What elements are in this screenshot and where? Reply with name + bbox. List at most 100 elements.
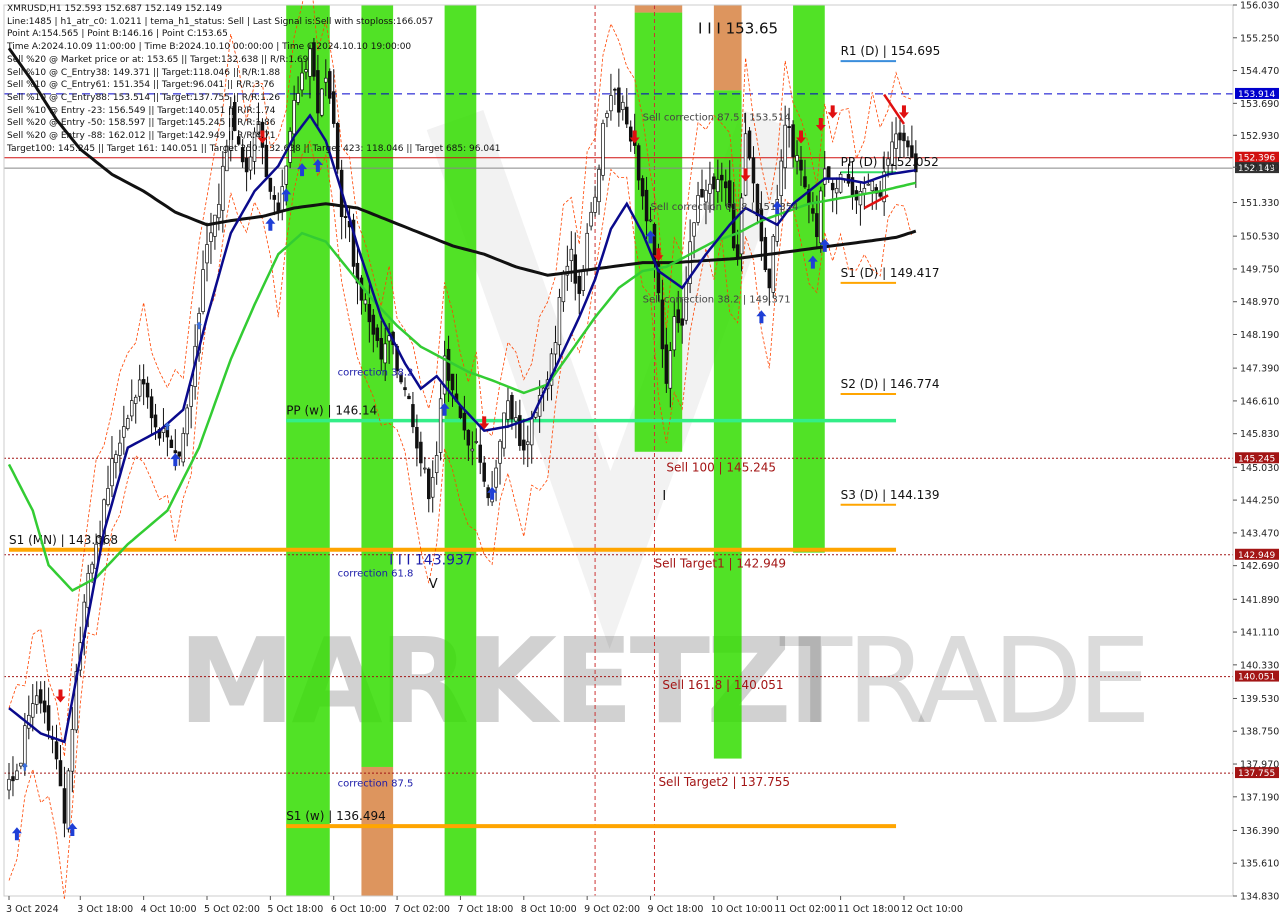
candle-body (553, 342, 558, 355)
candle-body (118, 442, 122, 456)
candle-body (7, 778, 11, 791)
candle-body (292, 100, 296, 135)
candle-body (70, 729, 75, 772)
chart-annotation: correction 87.5 (338, 779, 414, 790)
candle-body (343, 216, 348, 219)
candle-body (328, 71, 332, 99)
candle-body (577, 275, 581, 294)
candle-body (15, 770, 19, 780)
candle-body (834, 187, 839, 194)
x-tick-label: 3 Oct 18:00 (77, 904, 133, 915)
y-tick-label: 153.690 (1240, 99, 1279, 110)
candle-body (767, 268, 772, 289)
candle-body (720, 174, 724, 181)
candle-body (169, 439, 174, 449)
y-tick-label: 148.190 (1240, 330, 1279, 341)
y-tick-label: 145.830 (1240, 429, 1279, 440)
candle-body (783, 124, 787, 168)
candle-body (363, 299, 368, 305)
candle-body (621, 101, 625, 111)
candle-body (700, 188, 704, 198)
candle-body (886, 158, 890, 166)
y-tick-label: 149.750 (1240, 264, 1279, 275)
candle-body (383, 343, 387, 364)
candle-body (494, 467, 498, 488)
chart-window: MARKETZI TRADE R1 (D) | 154.695 PP (D) | 1… (0, 0, 1280, 920)
candle-body (229, 107, 233, 151)
candle-body (898, 132, 902, 141)
y-tick-label: 134.830 (1240, 892, 1279, 903)
chart-annotation: I I I 143.937 (389, 552, 473, 568)
chart-annotation: Sell 161.8 | 140.051 (662, 678, 783, 692)
candle-body (704, 189, 708, 203)
candle-body (787, 126, 791, 129)
chart-annotation: correction 38.2 (338, 367, 414, 378)
candle-body (185, 407, 189, 435)
x-tick-label: 9 Oct 02:00 (584, 904, 640, 915)
buy-arrow-icon (756, 310, 767, 324)
candle-body (826, 166, 831, 179)
level-label: PP (w) | 146.14 (286, 404, 377, 418)
buy-arrow-icon (265, 217, 276, 231)
candle-body (522, 439, 526, 451)
x-tick-label: 11 Oct 18:00 (838, 904, 900, 915)
y-tick-label: 136.390 (1240, 826, 1279, 837)
y-tick-label: 137.970 (1240, 760, 1279, 771)
y-tick-label: 141.110 (1240, 628, 1279, 639)
candle-body (672, 316, 677, 351)
y-tick-label: 144.250 (1240, 496, 1279, 507)
candle-body (462, 412, 467, 431)
candle-body (803, 176, 807, 188)
orange-zone (634, 5, 683, 13)
chart-annotation: Sell correction 87.5 | 153.514 (643, 113, 791, 124)
candle-body (795, 155, 799, 162)
candle-body (502, 412, 506, 449)
candle-body (779, 160, 783, 196)
price-badge-label: 142.949 (1238, 551, 1275, 561)
candle-body (819, 190, 823, 244)
candle-body (213, 214, 217, 237)
chart-annotation: Sell correction 38.2 | 149.371 (643, 295, 791, 306)
candle-body (375, 327, 380, 341)
orange-zone (713, 5, 742, 91)
candle-body (240, 147, 245, 163)
x-tick-label: 4 Oct 10:00 (141, 904, 197, 915)
candle-body (209, 232, 213, 242)
candle-body (890, 141, 894, 165)
candle-body (415, 426, 419, 449)
candle-body (423, 467, 427, 470)
price-badge-label: 137.755 (1238, 769, 1275, 779)
candle-body (264, 144, 269, 178)
level-label: S3 (D) | 144.139 (841, 488, 940, 502)
y-tick-label: 142.690 (1240, 561, 1279, 572)
candle-body (256, 121, 261, 135)
level-label: R1 (D) | 154.695 (841, 44, 941, 58)
candle-body (430, 477, 435, 498)
candle-body (371, 314, 376, 335)
x-tick-label: 9 Oct 18:00 (648, 904, 704, 915)
candle-body (98, 536, 102, 539)
candle-body (296, 93, 300, 103)
candle-body (130, 400, 134, 417)
candle-body (823, 168, 827, 185)
candle-body (335, 122, 340, 170)
candle-body (280, 186, 284, 212)
candle-body (126, 418, 130, 429)
y-tick-label: 151.330 (1240, 198, 1279, 209)
candle-body (668, 350, 673, 389)
y-tick-label: 146.610 (1240, 396, 1279, 407)
small-buy-arrow-icon (21, 762, 28, 771)
candle-body (482, 462, 486, 482)
level-label: S2 (D) | 146.774 (841, 377, 940, 391)
candle-body (870, 180, 875, 192)
candle-body (367, 304, 372, 323)
y-tick-label: 150.530 (1240, 232, 1279, 243)
candle-body (141, 379, 146, 385)
candle-body (38, 689, 43, 704)
sell-arrow-icon (827, 105, 838, 119)
candle-body (708, 183, 712, 194)
y-tick-label: 148.970 (1240, 297, 1279, 308)
candle-body (791, 124, 795, 158)
candle-body (692, 222, 696, 237)
price-chart[interactable]: MARKETZITRADE R1 (D) | 154.695PP (D) | 1… (0, 0, 1280, 920)
